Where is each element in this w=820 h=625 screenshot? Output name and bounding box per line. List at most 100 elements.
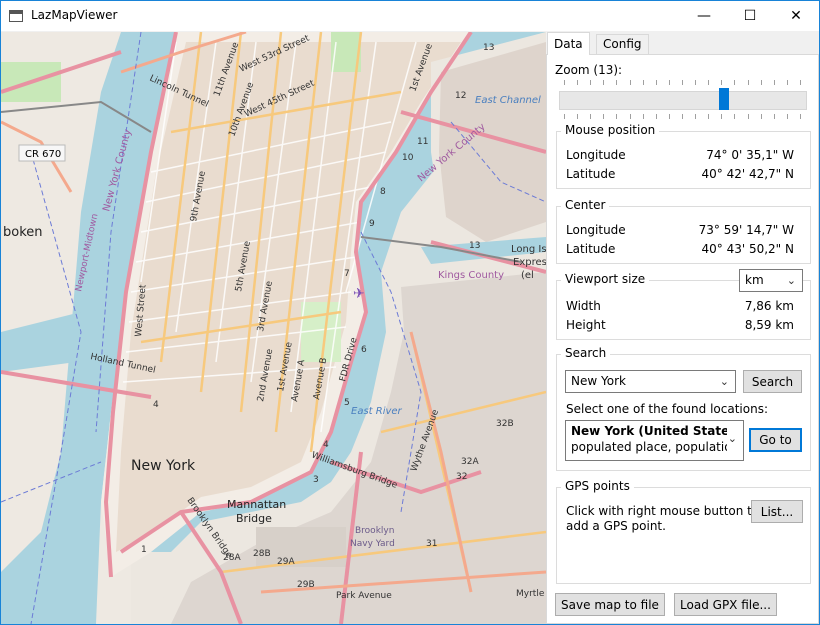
zoom-slider-thumb[interactable] [719, 88, 730, 110]
location-result-detail: populated place, population [571, 440, 727, 454]
svg-text:5: 5 [344, 398, 350, 408]
slider-tick [629, 80, 631, 85]
search-title: Search [561, 346, 611, 360]
map-label-manhattan: Mannattan [227, 498, 286, 511]
search-button[interactable]: Search [743, 370, 802, 393]
svg-text:31: 31 [426, 539, 437, 549]
slider-tick [629, 114, 631, 119]
svg-text:13: 13 [483, 43, 494, 53]
close-button[interactable]: ✕ [773, 1, 819, 31]
slider-tick [773, 114, 775, 119]
slider-tick [564, 80, 565, 85]
map-canvas[interactable]: CR 670 boken New York Mannattan Bridge E… [1, 32, 546, 624]
map-label-expres: Expres [513, 257, 546, 268]
map-label-new-york: New York [131, 458, 196, 474]
center-group: Center Longitude 73° 59' 14,7" W Latitud… [556, 198, 811, 264]
svg-text:9: 9 [369, 219, 375, 229]
map-label-hoboken: boken [3, 225, 43, 240]
slider-tick [642, 80, 644, 85]
slider-tick [786, 80, 788, 85]
title-bar[interactable]: LazMapViewer — ☐ ✕ [1, 1, 819, 31]
map-label-bridge: Bridge [236, 512, 272, 525]
search-input-value: New York [571, 374, 626, 388]
search-input[interactable]: New York ⌄ [565, 370, 736, 393]
svg-text:7: 7 [344, 269, 350, 279]
side-panel: Data Config Zoom (13): Mouse position Lo… [546, 32, 819, 624]
slider-tick [747, 114, 749, 119]
svg-text:32B: 32B [496, 419, 514, 429]
maximize-button[interactable]: ☐ [727, 1, 773, 31]
chevron-down-icon: ⌄ [719, 375, 729, 388]
map-label-east-river: East River [351, 406, 403, 417]
unit-select[interactable]: km ⌄ [739, 269, 803, 292]
slider-tick [668, 80, 670, 85]
center-latitude-value: 40° 43' 50,2" N [701, 242, 795, 256]
slider-tick [760, 80, 762, 85]
gps-hint-line1: Click with right mouse button to [566, 504, 760, 518]
slider-tick [800, 114, 801, 119]
slider-tick [668, 114, 670, 119]
map-label-brooklyn-navy: Brooklyn [355, 526, 394, 536]
load-gpx-button[interactable]: Load GPX file... [674, 593, 777, 616]
app-window: LazMapViewer — ☐ ✕ CR 670 boken New York… [0, 0, 820, 625]
slider-tick [577, 114, 579, 119]
slider-tick [682, 80, 683, 85]
slider-tick [655, 114, 657, 119]
zoom-slider-track[interactable] [559, 91, 807, 110]
viewport-width-label: Width [566, 299, 601, 313]
map-label-cr670: CR 670 [25, 149, 61, 160]
slider-tick [773, 80, 775, 85]
gps-points-group: GPS points Click with right mouse button… [556, 479, 811, 584]
app-icon [9, 10, 23, 22]
center-title: Center [561, 198, 610, 212]
viewport-size-group: Viewport size km ⌄ Width 7,86 km Height … [556, 269, 811, 340]
viewport-size-title: Viewport size [561, 272, 650, 286]
viewport-height-label: Height [566, 318, 606, 332]
viewport-width-value: 7,86 km [744, 299, 794, 313]
go-to-button[interactable]: Go to [749, 428, 802, 452]
svg-text:28B: 28B [253, 549, 271, 559]
mouse-position-title: Mouse position [561, 123, 660, 137]
slider-tick [655, 80, 657, 85]
chevron-down-icon: ⌄ [786, 274, 796, 287]
zoom-label: Zoom (13): [555, 63, 623, 77]
location-select[interactable]: New York (United States, N populated pla… [565, 420, 744, 461]
svg-text:29A: 29A [277, 557, 295, 567]
tab-bar: Data Config [546, 32, 819, 55]
svg-text:32A: 32A [461, 457, 479, 467]
mouse-latitude-value: 40° 42' 42,7" N [701, 167, 795, 181]
map-label-kings-county: Kings County [438, 270, 504, 281]
slider-tick [800, 80, 801, 85]
slider-tick [734, 80, 736, 85]
slider-tick [786, 114, 788, 119]
svg-text:29B: 29B [297, 580, 315, 590]
map-label-myrtle: Myrtle [516, 589, 545, 599]
slider-tick [616, 114, 618, 119]
center-longitude-value: 73° 59' 14,7" W [698, 223, 794, 237]
gps-list-button[interactable]: List... [751, 500, 803, 523]
slider-tick [734, 114, 736, 119]
window-title: LazMapViewer [31, 8, 118, 22]
svg-text:3: 3 [313, 475, 319, 485]
tab-config[interactable]: Config [596, 34, 649, 55]
map-view[interactable]: CR 670 boken New York Mannattan Bridge E… [1, 32, 546, 624]
save-map-button[interactable]: Save map to file [555, 593, 665, 616]
slider-tick [760, 114, 762, 119]
svg-text:4: 4 [153, 400, 159, 410]
gps-hint-line2: add a GPS point. [566, 519, 666, 533]
slider-tick [708, 114, 710, 119]
svg-text:12: 12 [455, 91, 466, 101]
slider-tick [577, 80, 579, 85]
map-label-east-channel: East Channel [475, 95, 541, 106]
search-prompt: Select one of the found locations: [566, 402, 768, 416]
slider-tick [695, 80, 697, 85]
minimize-button[interactable]: — [681, 1, 727, 31]
slider-tick [590, 114, 592, 119]
slider-tick [747, 80, 749, 85]
tab-data[interactable]: Data [547, 32, 590, 55]
svg-text:6: 6 [361, 345, 367, 355]
heliport-icon: ✈ [353, 286, 365, 302]
slider-tick [590, 80, 592, 85]
mouse-latitude-label: Latitude [566, 167, 616, 181]
map-label-navy-yard: Navy Yard [350, 539, 395, 549]
